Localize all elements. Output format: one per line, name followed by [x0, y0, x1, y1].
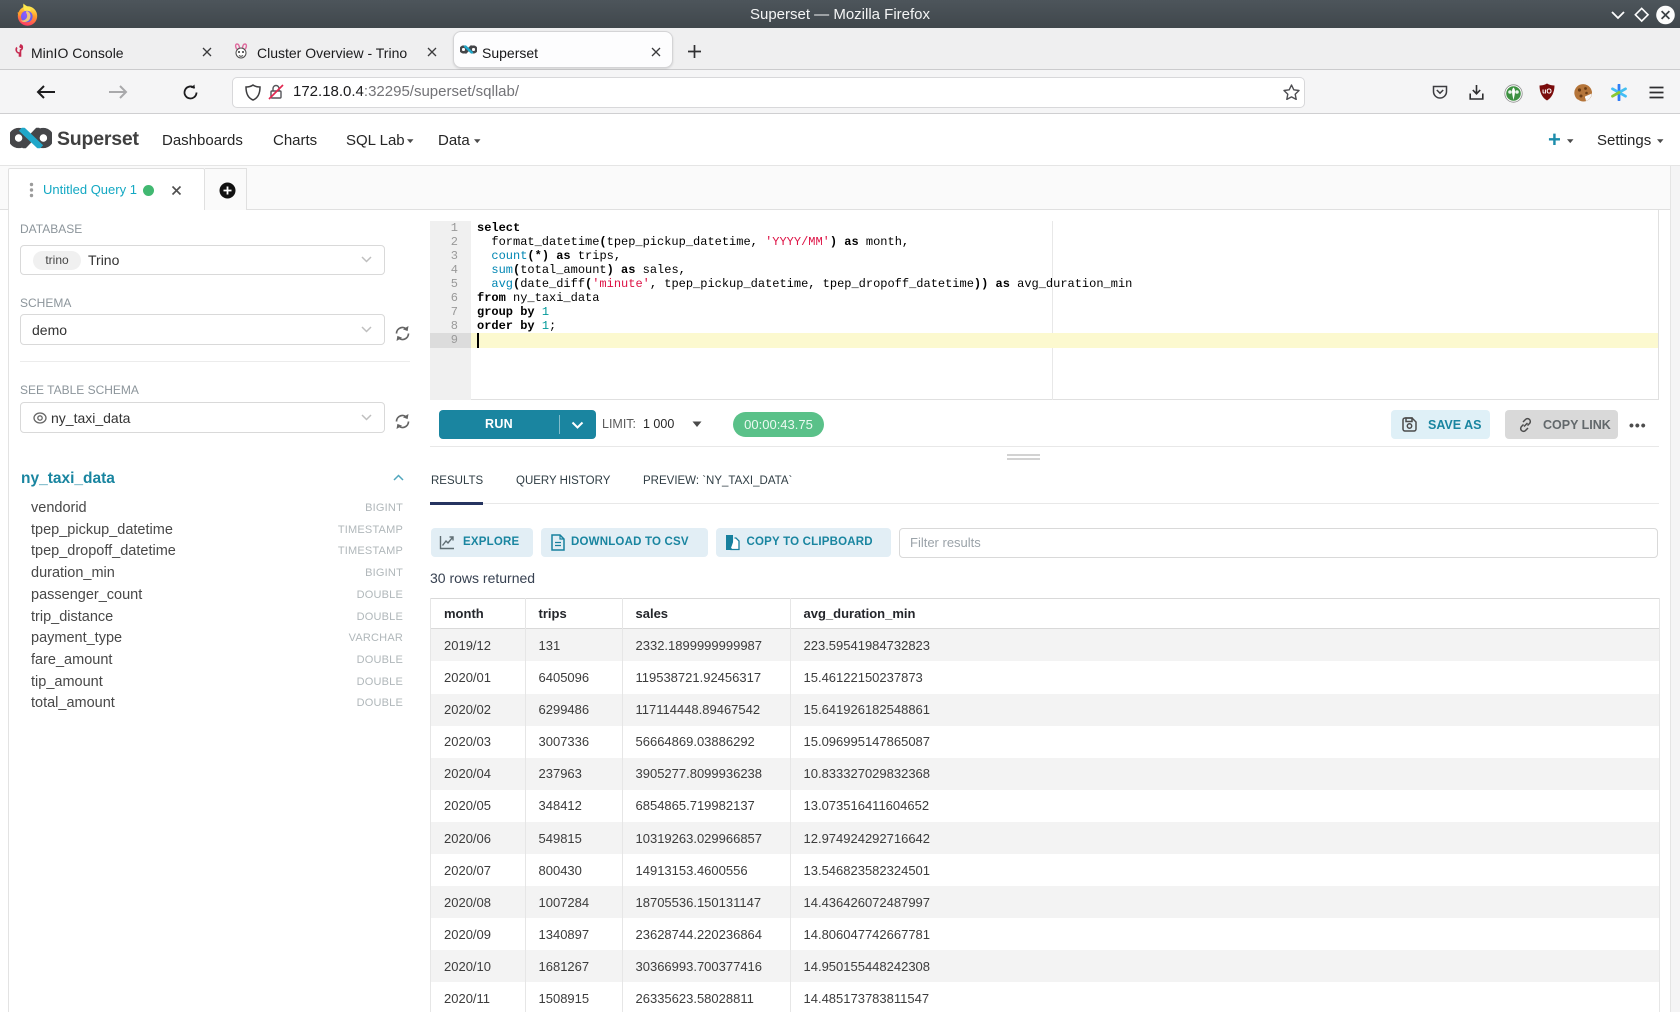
svg-text:uO: uO — [1542, 89, 1552, 96]
